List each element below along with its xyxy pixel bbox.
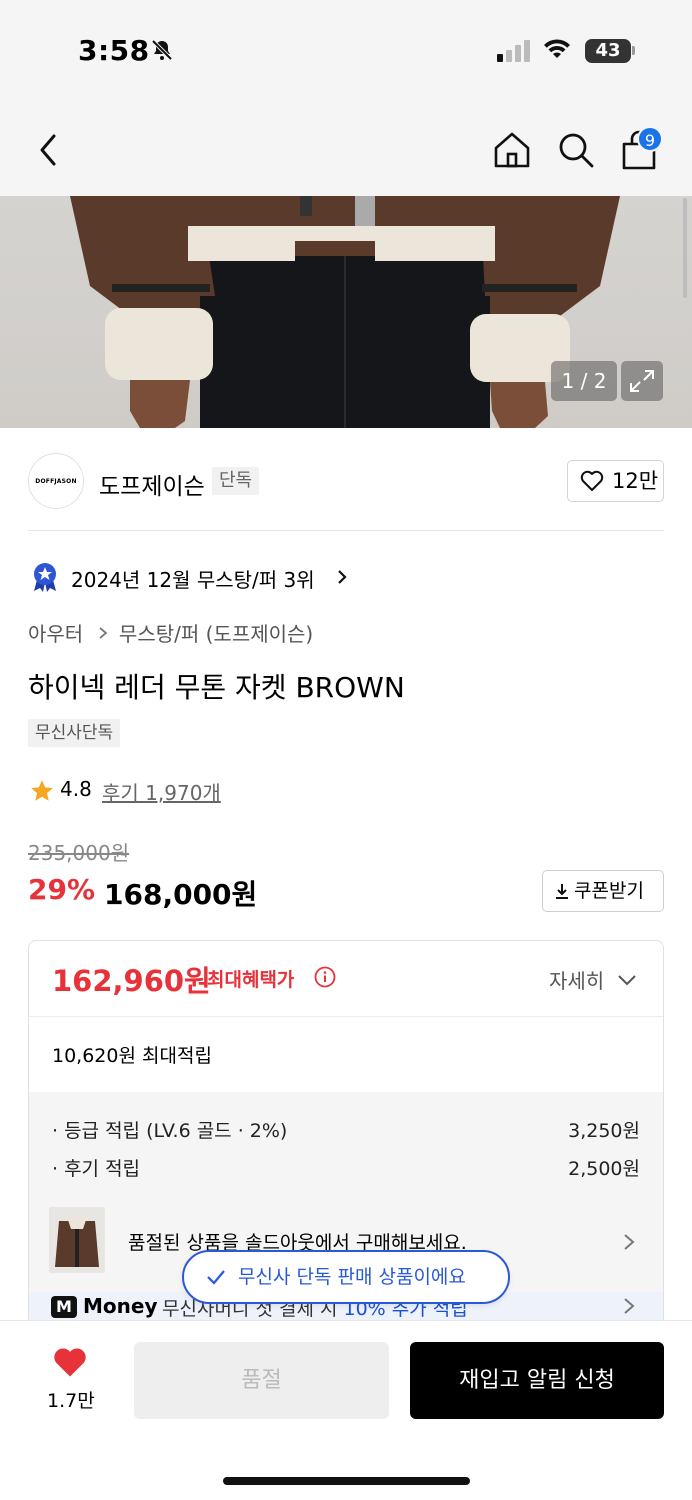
battery-icon: 43: [585, 39, 631, 63]
divider: [28, 530, 664, 531]
brand-like-count: 12만: [612, 469, 659, 493]
review-count-link[interactable]: 후기 1,970개: [102, 777, 221, 806]
heart-outline-icon: [580, 470, 604, 491]
breadcrumb-subcategory[interactable]: 무스탕/퍼 (도프제이슨): [119, 622, 313, 646]
download-icon: [556, 884, 568, 899]
star-icon: [28, 778, 56, 808]
search-icon[interactable]: [556, 130, 596, 174]
original-price: 235,000원: [28, 841, 130, 865]
max-points: 10,620원 최대적립: [52, 1045, 212, 1067]
points-row-value: 3,250원: [568, 1120, 640, 1142]
cart-count-badge: 9: [637, 126, 663, 152]
image-counter: 1 / 2: [551, 361, 617, 401]
benefit-detail-toggle[interactable]: 자세히: [549, 965, 604, 994]
points-row-value: 2,500원: [568, 1158, 640, 1180]
coupon-label: 쿠폰받기: [574, 880, 644, 902]
chevron-down-icon[interactable]: [617, 972, 637, 991]
rating-score: 4.8: [60, 777, 92, 801]
brand-name[interactable]: 도프제이슨: [99, 467, 205, 501]
info-icon[interactable]: [314, 966, 336, 992]
chevron-right-icon[interactable]: [622, 1232, 636, 1256]
soldout-button[interactable]: 품절: [134, 1342, 389, 1419]
ranking-medal-icon: [31, 562, 59, 596]
coupon-button[interactable]: 쿠폰받기: [542, 870, 664, 912]
toast-text: 무신사 단독 판매 상품이에요: [238, 1266, 466, 1288]
home-indicator[interactable]: [223, 1477, 470, 1485]
money-label: Money: [83, 1294, 158, 1318]
brand-exclusive-tag: 단독: [212, 467, 260, 495]
brand-logo[interactable]: DOFFJASON: [28, 453, 84, 509]
home-icon[interactable]: [492, 130, 532, 174]
exclusive-toast: 무신사 단독 판매 상품이에요: [182, 1250, 510, 1304]
back-arrow-icon[interactable]: [36, 132, 62, 172]
scrollbar[interactable]: [683, 198, 687, 298]
breadcrumb: 아우터 무스탕/퍼 (도프제이슨): [28, 618, 313, 647]
max-benefit-label: 최대혜택가: [207, 969, 295, 991]
max-benefit-price: 162,960원: [52, 964, 211, 998]
wifi-icon: [543, 38, 571, 64]
battery-tip: [632, 46, 635, 55]
chevron-right-icon[interactable]: [335, 568, 349, 590]
points-row-label: · 등급 적립 (LV.6 골드 · 2%): [52, 1120, 288, 1142]
bell-muted-icon: [150, 38, 174, 66]
cellular-signal-icon: [497, 40, 531, 66]
product-title: 하이넥 레더 무톤 자켓 BROWN: [28, 671, 405, 704]
exclusive-tag: 무신사단독: [28, 719, 121, 747]
chevron-right-icon[interactable]: [622, 1296, 636, 1320]
sale-price: 168,000원: [104, 878, 258, 911]
chevron-right-icon: [98, 627, 107, 639]
soldout-thumbnail: [49, 1207, 105, 1273]
heart-filled-icon[interactable]: [52, 1346, 88, 1382]
breadcrumb-category[interactable]: 아우터: [28, 622, 83, 646]
points-row-label: · 후기 적립: [52, 1158, 141, 1180]
divider: [29, 1016, 663, 1017]
brand-like-button[interactable]: 12만: [567, 460, 664, 502]
ranking-text[interactable]: 2024년 12월 무스탕/퍼 3위: [71, 564, 315, 593]
money-badge: M: [51, 1296, 77, 1318]
like-count: 1.7만: [47, 1390, 95, 1412]
status-time: 3:58: [78, 34, 150, 67]
restock-notify-button[interactable]: 재입고 알림 신청: [410, 1342, 664, 1419]
expand-icon[interactable]: [621, 361, 663, 401]
check-icon: [207, 1270, 225, 1285]
discount-rate: 29%: [28, 873, 96, 906]
